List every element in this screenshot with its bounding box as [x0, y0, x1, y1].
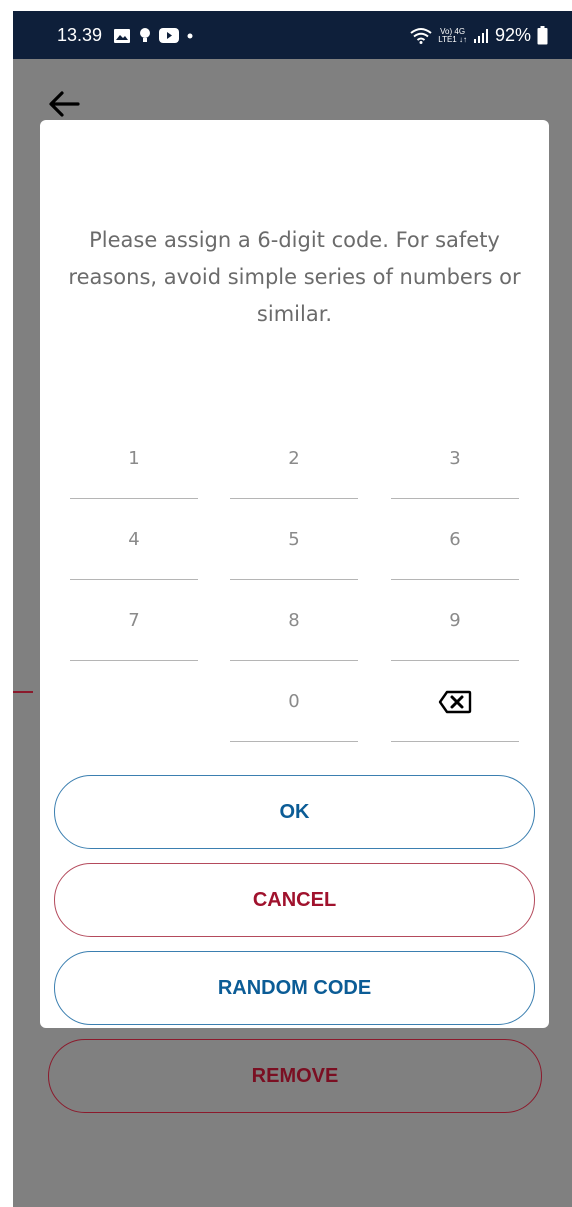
key-5[interactable]: 5	[230, 499, 358, 580]
remove-button[interactable]: REMOVE	[48, 1039, 542, 1113]
phone-screen: 13.39 Vo) 4G LTE1 ↓↑ 92% REMOVE Please a…	[13, 11, 572, 1207]
notification-icons	[113, 27, 193, 44]
key-9[interactable]: 9	[391, 580, 519, 661]
backspace-key[interactable]	[391, 661, 519, 742]
wifi-icon	[410, 28, 432, 44]
random-code-button[interactable]: RANDOM CODE	[54, 951, 535, 1025]
bulb-icon	[140, 28, 150, 42]
key-1[interactable]: 1	[70, 418, 198, 499]
key-7[interactable]: 7	[70, 580, 198, 661]
ok-button[interactable]: OK	[54, 775, 535, 849]
cancel-button[interactable]: CANCEL	[54, 863, 535, 937]
key-3[interactable]: 3	[391, 418, 519, 499]
background-divider	[13, 691, 33, 693]
dot-icon	[187, 33, 193, 38]
status-bar: 13.39 Vo) 4G LTE1 ↓↑ 92%	[13, 11, 572, 59]
signal-icon	[473, 28, 488, 43]
network-type: Vo) 4G LTE1 ↓↑	[438, 27, 467, 44]
back-arrow-icon[interactable]	[47, 89, 81, 119]
key-2[interactable]: 2	[230, 418, 358, 499]
code-dialog: Please assign a 6-digit code. For safety…	[40, 120, 549, 1028]
key-4[interactable]: 4	[70, 499, 198, 580]
youtube-icon	[159, 28, 179, 43]
key-8[interactable]: 8	[230, 580, 358, 661]
backspace-icon	[438, 690, 472, 713]
battery-icon	[537, 26, 548, 45]
dialog-instructions: Please assign a 6-digit code. For safety…	[68, 228, 521, 326]
network-type-bottom: LTE1 ↓↑	[438, 34, 467, 44]
key-0[interactable]: 0	[230, 661, 358, 742]
status-time: 13.39	[57, 25, 103, 45]
numeric-keypad: 1 2 3 4 5 6 7 8 9 0	[70, 418, 519, 748]
system-icons: Vo) 4G LTE1 ↓↑ 92%	[410, 25, 548, 46]
battery-percent: 92%	[494, 25, 531, 45]
key-6[interactable]: 6	[391, 499, 519, 580]
gallery-icon	[114, 28, 130, 43]
